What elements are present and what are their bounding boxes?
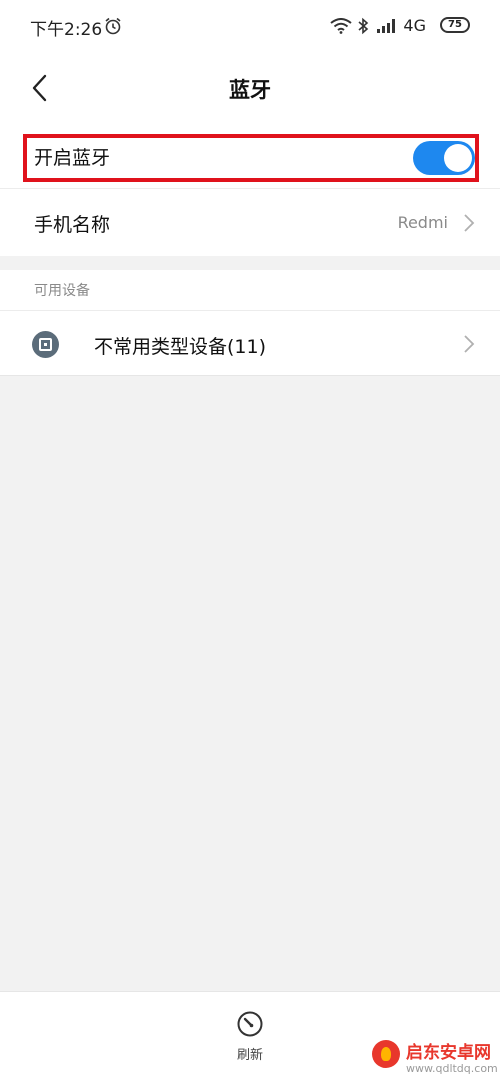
network-type: 4G — [403, 16, 426, 35]
section-title: 可用设备 — [34, 283, 90, 299]
watermark: 启东安卓网 www.qdltdq.com — [368, 1034, 500, 1084]
device-icon — [32, 331, 59, 358]
refresh-icon — [237, 1011, 263, 1037]
device-list-item[interactable]: 不常用类型设备(11) — [0, 311, 500, 376]
battery-icon: 75 — [440, 17, 470, 33]
bluetooth-toggle-row[interactable]: 开启蓝牙 — [0, 122, 500, 188]
watermark-title: 启东安卓网 — [406, 1043, 491, 1063]
device-name-value: Redmi — [397, 213, 448, 232]
status-bar: 下午2:26 4G 75 — [0, 0, 500, 56]
bluetooth-status-icon — [358, 17, 369, 35]
header: 蓝牙 — [0, 56, 500, 122]
chevron-right-icon — [464, 335, 475, 353]
page-title: 蓝牙 — [229, 78, 271, 102]
chevron-right-icon — [464, 214, 475, 232]
device-label: 不常用类型设备(11) — [94, 336, 267, 358]
refresh-label: 刷新 — [236, 1048, 263, 1063]
signal-icon — [377, 19, 395, 33]
wifi-icon — [330, 18, 352, 34]
device-name-row[interactable]: 手机名称 Redmi — [0, 189, 500, 256]
device-name-label: 手机名称 — [34, 214, 111, 236]
device-icon-dot — [44, 343, 47, 346]
refresh-button[interactable]: 刷新 — [220, 1010, 280, 1070]
bluetooth-settings-group: 开启蓝牙 手机名称 Redmi — [0, 122, 500, 256]
status-time: 下午2:26 — [30, 20, 103, 40]
watermark-url: www.qdltdq.com — [406, 1062, 498, 1075]
highlight-annotation — [23, 134, 479, 182]
device-icon-inner — [39, 338, 52, 351]
available-devices-header: 可用设备 — [0, 270, 500, 310]
alarm-icon — [105, 17, 121, 35]
watermark-logo-icon — [372, 1040, 400, 1068]
